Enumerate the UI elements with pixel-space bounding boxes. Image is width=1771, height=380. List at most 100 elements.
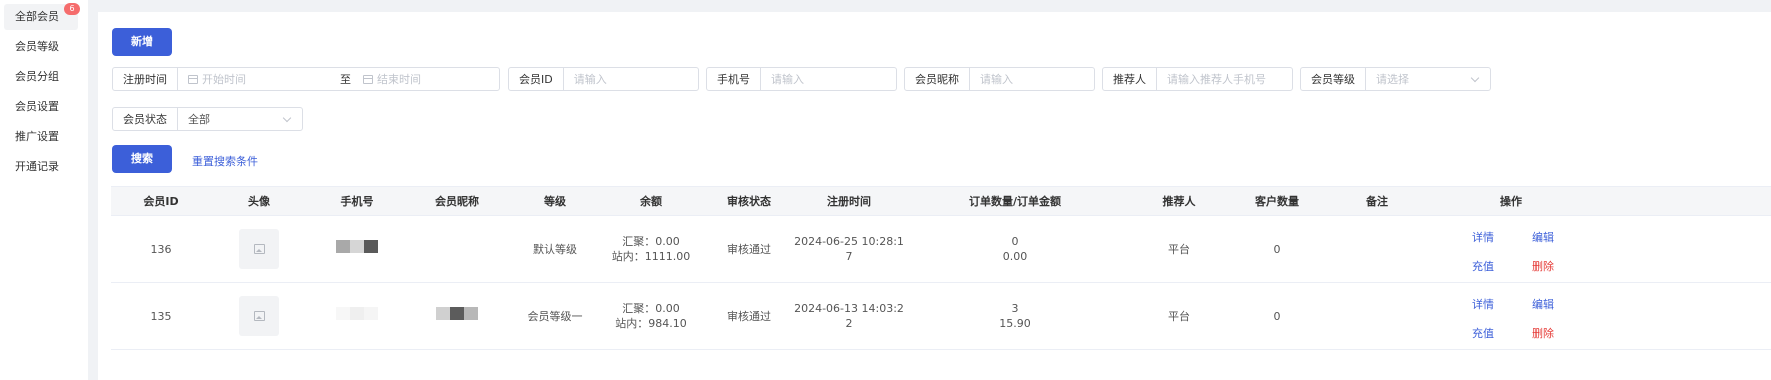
- referrer-cell: 平台: [1168, 309, 1190, 323]
- nickname-cell: [407, 216, 507, 282]
- sidebar-item-member-level[interactable]: 会员等级: [4, 34, 78, 60]
- member-id-label: 会员ID: [509, 68, 564, 90]
- redacted-phone: [336, 307, 378, 320]
- level-select[interactable]: 请选择: [1366, 71, 1472, 87]
- referrer-input[interactable]: 请输入推荐人手机号: [1157, 71, 1292, 87]
- avatar-cell: [211, 283, 307, 349]
- column-header: 订单数量/订单金额: [968, 195, 1062, 208]
- orders-amount: 15.90: [999, 317, 1031, 330]
- sidebar-item-open-records[interactable]: 开通记录: [4, 154, 78, 180]
- referrer-cell: 平台: [1168, 242, 1190, 256]
- table-header: 会员ID 头像 手机号 会员昵称 等级 余额 审核状态 注册时间 订单数量/订单…: [111, 186, 1771, 216]
- edit-link[interactable]: 编辑: [1532, 229, 1554, 245]
- phone-label: 手机号: [707, 68, 761, 90]
- image-icon: [253, 244, 265, 254]
- sidebar-item-member-group[interactable]: 会员分组: [4, 64, 78, 90]
- search-button[interactable]: 搜索: [112, 145, 172, 173]
- chevron-down-icon[interactable]: [282, 113, 292, 122]
- column-header: 审核状态: [727, 195, 771, 208]
- member-id-filter: 会员ID 请输入: [508, 67, 699, 91]
- redacted-phone: [336, 240, 378, 253]
- sidebar-item-all-members[interactable]: 全部会员 6: [4, 3, 80, 30]
- sidebar-item-label: 开通记录: [15, 160, 59, 173]
- delete-link[interactable]: 删除: [1532, 325, 1554, 341]
- phone-input[interactable]: 请输入: [761, 71, 896, 87]
- referrer-label: 推荐人: [1103, 68, 1157, 90]
- column-header: 手机号: [340, 195, 374, 208]
- column-header: 会员ID: [143, 195, 179, 208]
- start-time-input[interactable]: 开始时间: [178, 71, 338, 87]
- balance-line: 汇聚：0.00: [622, 235, 680, 248]
- sidebar-item-label: 全部会员: [15, 10, 59, 23]
- sidebar-item-label: 会员设置: [15, 100, 59, 113]
- phone-cell: [307, 216, 407, 282]
- level-label: 会员等级: [1301, 68, 1366, 90]
- column-header: 推荐人: [1162, 195, 1196, 208]
- member-table: 会员ID 头像 手机号 会员昵称 等级 余额 审核状态 注册时间 订单数量/订单…: [111, 186, 1771, 380]
- status-select[interactable]: 全部: [178, 111, 284, 127]
- detail-link[interactable]: 详情: [1472, 296, 1494, 312]
- column-header: 客户数量: [1255, 195, 1299, 208]
- column-header: 注册时间: [827, 195, 871, 208]
- nickname-input[interactable]: 请输入: [970, 71, 1094, 87]
- orders-cell: 3 15.90: [899, 283, 1131, 349]
- orders-cell: 0 0.00: [899, 216, 1131, 282]
- customers-cell: 0: [1273, 242, 1281, 256]
- member-id-input[interactable]: 请输入: [564, 71, 698, 87]
- main-panel: 新增 注册时间 开始时间 至 结束时间 会员ID 请输入 手机号 请输入 会员昵…: [98, 12, 1771, 380]
- reg-time-line: 2: [845, 317, 853, 330]
- status-label: 会员状态: [113, 108, 178, 130]
- calendar-icon: [363, 75, 373, 84]
- sidebar-item-member-settings[interactable]: 会员设置: [4, 94, 78, 120]
- status-filter: 会员状态 全部: [112, 107, 303, 131]
- reg-time-cell: 2024-06-25 10:28:1 7: [794, 216, 904, 282]
- orders-amount: 0.00: [1002, 250, 1028, 263]
- status-cell: 审核通过: [727, 309, 771, 323]
- sidebar-item-label: 会员等级: [15, 40, 59, 53]
- chevron-down-icon[interactable]: [1470, 73, 1480, 82]
- column-header: 等级: [544, 195, 566, 208]
- end-time-input[interactable]: 结束时间: [357, 71, 499, 87]
- phone-cell: [307, 283, 407, 349]
- balance-line: 汇聚：0.00: [622, 302, 680, 315]
- remark-cell: [1327, 216, 1427, 282]
- orders-count: 3: [1011, 302, 1019, 315]
- sidebar: 全部会员 6 会员等级 会员分组 会员设置 推广设置 开通记录: [0, 0, 88, 380]
- image-icon: [253, 311, 265, 321]
- date-range-separator: 至: [340, 73, 351, 86]
- detail-link[interactable]: 详情: [1472, 229, 1494, 245]
- level-cell: 会员等级一: [527, 309, 583, 323]
- reg-time-cell: 2024-06-13 14:03:2 2: [794, 283, 904, 349]
- edit-link[interactable]: 编辑: [1532, 296, 1554, 312]
- column-header: 余额: [640, 195, 662, 208]
- avatar-cell: [211, 216, 307, 282]
- balance-line: 站内：984.10: [615, 317, 687, 330]
- recharge-link[interactable]: 充值: [1472, 258, 1494, 274]
- reset-search-link[interactable]: 重置搜索条件: [192, 153, 258, 169]
- calendar-icon: [188, 75, 198, 84]
- phone-filter: 手机号 请输入: [706, 67, 897, 91]
- add-button[interactable]: 新增: [112, 28, 172, 56]
- table-row: 136 默认等级 汇聚：0.00 站内：1111.00 审核通过 2024-06…: [111, 216, 1771, 283]
- nickname-label: 会员昵称: [905, 68, 970, 90]
- status-cell: 审核通过: [727, 242, 771, 256]
- nickname-filter: 会员昵称 请输入: [904, 67, 1095, 91]
- reg-time-line: 2024-06-13 14:03:2: [794, 302, 904, 315]
- avatar: [239, 229, 279, 269]
- level-filter: 会员等级 请选择: [1300, 67, 1491, 91]
- balance-cell: 汇聚：0.00 站内：1111.00: [603, 216, 699, 282]
- table-row: 135 会员等级一 汇聚：0.00 站内：984.10 审核通过 2024-06…: [111, 283, 1771, 350]
- recharge-link[interactable]: 充值: [1472, 325, 1494, 341]
- sidebar-item-promotion-settings[interactable]: 推广设置: [4, 124, 78, 150]
- delete-link[interactable]: 删除: [1532, 258, 1554, 274]
- redacted-nickname: [436, 307, 478, 320]
- sidebar-item-label: 会员分组: [15, 70, 59, 83]
- column-header: 会员昵称: [435, 195, 479, 208]
- reg-time-filter: 注册时间 开始时间 至 结束时间: [112, 67, 500, 91]
- level-cell: 默认等级: [533, 242, 577, 256]
- reg-time-label: 注册时间: [113, 68, 178, 90]
- nickname-cell: [407, 283, 507, 349]
- member-id-cell: 136: [150, 242, 172, 256]
- sidebar-item-label: 推广设置: [15, 130, 59, 143]
- member-id-cell: 135: [150, 309, 172, 323]
